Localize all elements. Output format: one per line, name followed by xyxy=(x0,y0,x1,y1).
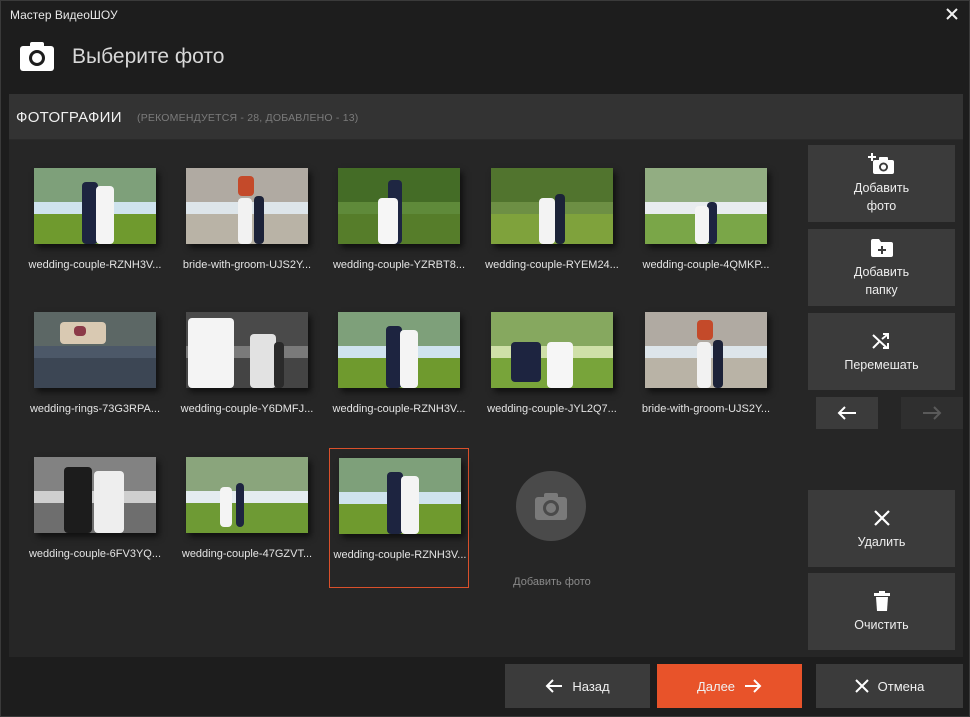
photo-thumbnail xyxy=(186,312,308,388)
photo-thumbnail xyxy=(338,312,460,388)
wizard-window: Мастер ВидеоШОУ Выберите фото ФОТОГРАФИИ… xyxy=(0,0,970,717)
photo-tile[interactable]: wedding-couple-RYEM24... xyxy=(482,159,622,299)
photo-tile[interactable]: wedding-couple-Y6DMFJ... xyxy=(177,303,317,443)
photo-filename: wedding-couple-47GZVT... xyxy=(181,548,313,560)
photo-grid: wedding-couple-RZNH3V... bride-with-groo… xyxy=(9,141,809,657)
photo-filename: wedding-couple-RZNH3V... xyxy=(332,403,466,415)
photo-tile[interactable]: wedding-rings-73G3RPA... xyxy=(25,303,165,443)
panel-header: ФОТОГРАФИИ (РЕКОМЕНДУЕТСЯ - 28, ДОБАВЛЕН… xyxy=(9,94,963,140)
add-photo-tile[interactable]: Добавить фото xyxy=(482,448,622,588)
photo-filename: wedding-couple-YZRBT8... xyxy=(332,259,466,271)
delete-button[interactable]: Удалить xyxy=(808,490,955,567)
panel-subtitle: (РЕКОМЕНДУЕТСЯ - 28, ДОБАВЛЕНО - 13) xyxy=(137,112,359,124)
delete-button-label: Удалить xyxy=(857,534,906,549)
move-right-button[interactable] xyxy=(901,397,963,429)
photo-thumbnail xyxy=(34,168,156,244)
arrow-right-icon xyxy=(923,406,942,420)
photo-thumbnail xyxy=(338,168,460,244)
back-button[interactable]: Назад xyxy=(505,664,650,708)
clear-button-label: Очистить xyxy=(854,617,909,632)
photo-tile[interactable]: wedding-couple-6FV3YQ... xyxy=(25,448,165,588)
cancel-button-label: Отмена xyxy=(877,678,925,694)
panel-title: ФОТОГРАФИИ xyxy=(16,109,122,126)
arrow-left-icon xyxy=(545,679,563,693)
photo-thumbnail xyxy=(645,312,767,388)
photo-tile[interactable]: wedding-couple-RZNH3V... xyxy=(25,159,165,299)
photo-filename: wedding-couple-4QMKP... xyxy=(642,259,770,271)
add-photo-button-label: Добавить фото xyxy=(853,180,910,213)
photo-filename: wedding-couple-Y6DMFJ... xyxy=(180,403,314,415)
photo-tile[interactable]: wedding-couple-RZNH3V... xyxy=(329,303,469,443)
close-x-icon xyxy=(873,507,890,529)
photo-tile[interactable]: bride-with-groom-UJS2Y... xyxy=(636,303,776,443)
add-photo-icon xyxy=(867,152,896,175)
page-title: Выберите фото xyxy=(72,45,225,68)
wizard-header: Выберите фото xyxy=(1,31,969,87)
add-folder-button[interactable]: Добавить папку xyxy=(808,229,955,306)
photo-filename: wedding-rings-73G3RPA... xyxy=(29,403,161,415)
photo-tile[interactable]: bride-with-groom-UJS2Y... xyxy=(177,159,317,299)
back-button-label: Назад xyxy=(572,678,610,694)
move-left-button[interactable] xyxy=(816,397,878,429)
shuffle-button-label: Перемешать xyxy=(844,357,919,372)
photo-thumbnail xyxy=(186,457,308,533)
photo-tile[interactable]: wedding-couple-JYL2Q7... xyxy=(482,303,622,443)
add-photo-label: Добавить фото xyxy=(513,576,591,588)
cancel-button[interactable]: Отмена xyxy=(816,664,963,708)
clear-button[interactable]: Очистить xyxy=(808,573,955,650)
photo-thumbnail xyxy=(491,312,613,388)
photo-filename: wedding-couple-RZNH3V... xyxy=(333,549,467,561)
next-button-label: Далее xyxy=(696,678,736,694)
photo-filename: wedding-couple-RZNH3V... xyxy=(28,259,162,271)
photo-tile[interactable]: wedding-couple-47GZVT... xyxy=(177,448,317,588)
photo-thumbnail xyxy=(645,168,767,244)
title-bar: Мастер ВидеоШОУ xyxy=(1,1,969,29)
trash-icon xyxy=(873,590,890,612)
shuffle-button[interactable]: Перемешать xyxy=(808,313,955,390)
arrow-right-icon xyxy=(745,679,762,693)
photo-filename: bride-with-groom-UJS2Y... xyxy=(182,259,312,271)
photo-thumbnail xyxy=(186,168,308,244)
photo-tile[interactable]: wedding-couple-RZNH3V... xyxy=(329,448,469,588)
photo-filename: bride-with-groom-UJS2Y... xyxy=(641,403,771,415)
photo-filename: wedding-couple-JYL2Q7... xyxy=(487,403,617,415)
add-photo-camera-icon xyxy=(516,471,586,541)
shuffle-icon xyxy=(871,330,893,352)
photo-thumbnail xyxy=(34,312,156,388)
photo-thumbnail xyxy=(339,458,461,534)
close-icon xyxy=(854,679,869,693)
photo-filename: wedding-couple-6FV3YQ... xyxy=(28,548,162,560)
next-button[interactable]: Далее xyxy=(657,664,802,708)
arrow-left-icon xyxy=(837,406,856,420)
close-icon[interactable] xyxy=(941,3,963,25)
add-folder-icon xyxy=(870,237,894,259)
add-photo-button[interactable]: Добавить фото xyxy=(808,145,955,222)
photo-filename: wedding-couple-RYEM24... xyxy=(485,259,619,271)
add-folder-button-label: Добавить папку xyxy=(853,264,910,297)
photo-tile[interactable]: wedding-couple-4QMKP... xyxy=(636,159,776,299)
camera-icon xyxy=(19,39,55,78)
photo-thumbnail xyxy=(34,457,156,533)
photo-tile[interactable]: wedding-couple-YZRBT8... xyxy=(329,159,469,299)
window-title: Мастер ВидеоШОУ xyxy=(10,8,118,22)
photo-thumbnail xyxy=(491,168,613,244)
